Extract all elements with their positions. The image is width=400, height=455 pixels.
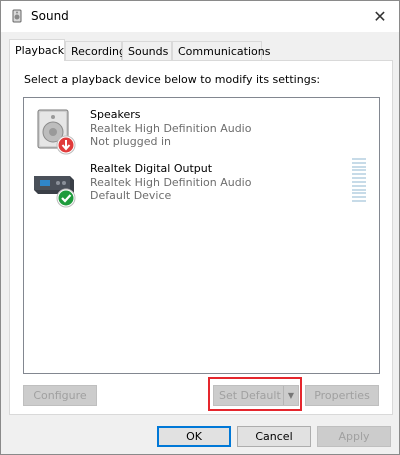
properties-button[interactable]: Properties [305, 385, 379, 406]
tab-label: Playback [15, 44, 65, 57]
volume-level-meter [352, 158, 366, 202]
tab-strip: Playback Recording Sounds Communications [9, 39, 389, 61]
device-status: Default Device [90, 189, 172, 202]
device-name: Speakers [90, 108, 141, 121]
apply-button[interactable]: Apply [317, 426, 391, 447]
configure-button[interactable]: Configure [23, 385, 97, 406]
window-title: Sound [31, 9, 69, 23]
playback-panel: Select a playback device below to modify… [9, 60, 393, 415]
instruction-text: Select a playback device below to modify… [24, 73, 321, 86]
title-bar: Sound ✕ [1, 1, 399, 32]
sound-dialog: Sound ✕ Playback Recording Sounds Commun… [0, 0, 400, 455]
tab-sounds[interactable]: Sounds [122, 41, 172, 60]
cancel-button[interactable]: Cancel [237, 426, 311, 447]
device-name: Realtek Digital Output [90, 162, 213, 175]
device-driver: Realtek High Definition Audio [90, 176, 252, 189]
list-item[interactable]: Speakers Realtek High Definition Audio N… [24, 104, 379, 156]
tab-communications[interactable]: Communications [172, 41, 270, 60]
tab-label: Sounds [128, 45, 169, 58]
list-item[interactable]: Realtek Digital Output Realtek High Defi… [24, 158, 379, 210]
tab-recording[interactable]: Recording [65, 41, 126, 60]
close-button[interactable]: ✕ [361, 1, 399, 32]
highlight-box [208, 377, 302, 411]
device-status: Not plugged in [90, 135, 172, 148]
digital-output-icon [34, 176, 76, 208]
ok-button[interactable]: OK [157, 426, 231, 447]
default-device-check-icon [56, 188, 76, 208]
tab-playback[interactable]: Playback [9, 39, 65, 61]
tab-label: Recording [71, 45, 127, 58]
close-icon: ✕ [373, 7, 387, 26]
device-list[interactable]: Speakers Realtek High Definition Audio N… [23, 97, 380, 374]
not-plugged-badge-icon [56, 135, 76, 155]
device-driver: Realtek High Definition Audio [90, 122, 252, 135]
speaker-icon [12, 9, 22, 23]
tab-label: Communications [178, 45, 271, 58]
speaker-icon [37, 109, 76, 155]
